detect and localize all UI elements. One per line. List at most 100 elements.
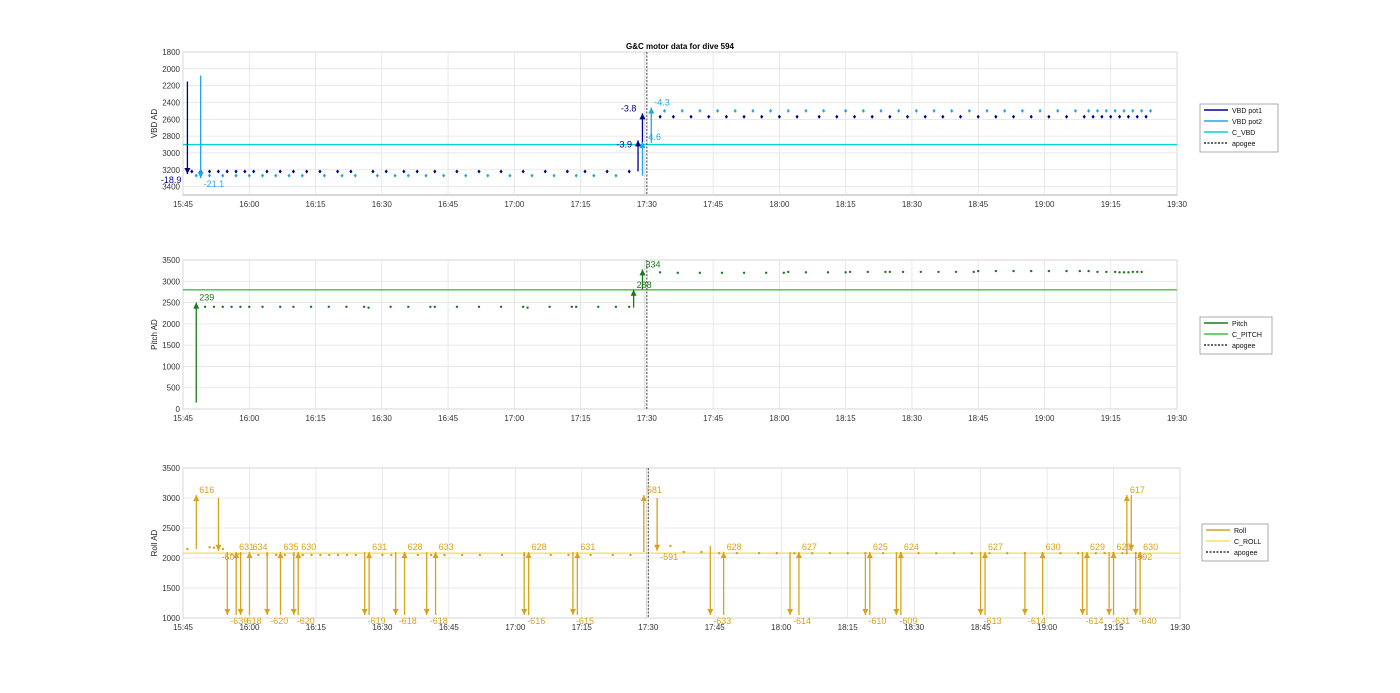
legend-entry: Pitch: [1232, 321, 1248, 328]
arrow-label: 288: [637, 280, 652, 290]
data-point: [787, 270, 790, 274]
arrow-label: 634: [252, 542, 267, 552]
data-point: [1131, 270, 1135, 274]
arrow-label: 629: [1090, 542, 1105, 552]
arrow-label: 624: [904, 542, 919, 552]
data-point: [429, 553, 433, 557]
data-point: [390, 553, 393, 557]
legend-entry: apogee: [1234, 550, 1257, 557]
arrow-label: -631: [1112, 616, 1130, 626]
data-point: [614, 305, 618, 309]
data-point: [433, 305, 437, 309]
data-point: [574, 305, 578, 309]
data-point: [429, 305, 432, 309]
arrow-label: -592: [1134, 552, 1152, 562]
legend-entry: apogee: [1232, 343, 1255, 350]
data-point: [309, 305, 313, 309]
data-point: [319, 553, 322, 557]
y-tick-label: 2000: [162, 320, 180, 329]
legend-entry: C_ROLL: [1234, 539, 1261, 546]
data-point: [698, 271, 702, 274]
data-point: [611, 553, 615, 557]
arrow-label: -614: [1028, 616, 1046, 626]
data-point: [994, 269, 998, 273]
data-point: [826, 271, 830, 274]
arrow-label: -640: [1139, 616, 1157, 626]
data-point: [278, 305, 282, 309]
data-point: [345, 553, 349, 557]
data-point: [1096, 270, 1099, 274]
data-point: [248, 305, 251, 309]
data-point: [1122, 271, 1126, 274]
arrow-label: 633: [439, 542, 454, 552]
data-point: [782, 271, 786, 274]
data-point: [972, 270, 975, 274]
data-point: [1113, 270, 1117, 274]
y-tick-label: 1000: [162, 614, 180, 623]
data-point: [203, 305, 207, 309]
legend-entry: VBD pot1: [1232, 108, 1262, 115]
x-tick-label: 19:30: [1167, 414, 1188, 423]
data-point: [208, 546, 211, 549]
y-axis-label: Pitch AD: [150, 319, 159, 350]
x-tick-label: 17:00: [504, 200, 525, 209]
x-tick-label: 16:45: [438, 414, 459, 423]
data-point: [1127, 271, 1130, 274]
data-point: [888, 270, 892, 274]
plots: 15:45 16:00 16:15 16:30 16:45 17:00 17:15 17:30…: [150, 48, 1279, 632]
y-tick-label: 0: [176, 405, 181, 414]
data-point: [764, 271, 768, 274]
data-point: [793, 552, 796, 555]
x-tick-label: 17:45: [703, 414, 724, 423]
data-point: [567, 553, 570, 557]
data-point: [919, 270, 922, 274]
axes-box: [182, 51, 1178, 196]
data-point: [1078, 269, 1082, 273]
x-tick-label: 17:45: [703, 200, 724, 209]
data-point: [548, 305, 551, 309]
arrow-label: 617: [1130, 485, 1145, 495]
data-point: [345, 305, 348, 309]
x-tick-label: 19:00: [1034, 414, 1055, 423]
arrow-label: -591: [660, 552, 678, 562]
arrow-label: -610: [868, 616, 886, 626]
data-point: [186, 547, 189, 551]
legend-entry: Roll: [1234, 528, 1247, 535]
data-point: [775, 552, 778, 555]
data-point: [221, 547, 225, 551]
x-tick-label: 18:30: [902, 200, 923, 209]
data-point: [977, 269, 980, 273]
x-tick-label: 18:45: [968, 200, 989, 209]
x-tick-label: 18:00: [769, 414, 790, 423]
plot-panel: 15:45 16:00 16:15 16:30 16:45 17:00 17:15 17:30…: [150, 48, 1279, 209]
arrow-label: -3.9: [617, 140, 633, 150]
data-point: [1059, 552, 1062, 555]
x-tick-label: 15:45: [173, 414, 194, 423]
data-point: [627, 305, 631, 309]
data-point: [717, 552, 721, 555]
data-point: [848, 270, 852, 274]
data-point: [742, 271, 746, 274]
data-point: [682, 550, 685, 554]
data-point: [478, 553, 482, 557]
data-point: [1118, 271, 1121, 274]
data-point: [283, 553, 287, 557]
data-point: [261, 305, 264, 309]
x-tick-label: 18:15: [836, 200, 857, 209]
arrow-label: 628: [408, 542, 423, 552]
axes-box: [182, 467, 1181, 619]
data-point: [1087, 269, 1090, 273]
data-point: [274, 553, 278, 557]
data-point: [846, 552, 849, 555]
data-point: [757, 552, 761, 555]
arrow-label: 631: [580, 542, 595, 552]
data-point: [589, 553, 592, 557]
legend-entry: C_VBD: [1232, 130, 1255, 137]
data-point: [221, 305, 224, 309]
arrow-label: -633: [713, 616, 731, 626]
data-point: [212, 305, 216, 309]
data-point: [917, 552, 920, 555]
data-point: [1005, 552, 1009, 555]
y-tick-label: 1500: [162, 584, 180, 593]
plot-panel: 15:45 16:00 16:15 16:30 16:45 17:00 17:15 17:30…: [150, 464, 1269, 632]
